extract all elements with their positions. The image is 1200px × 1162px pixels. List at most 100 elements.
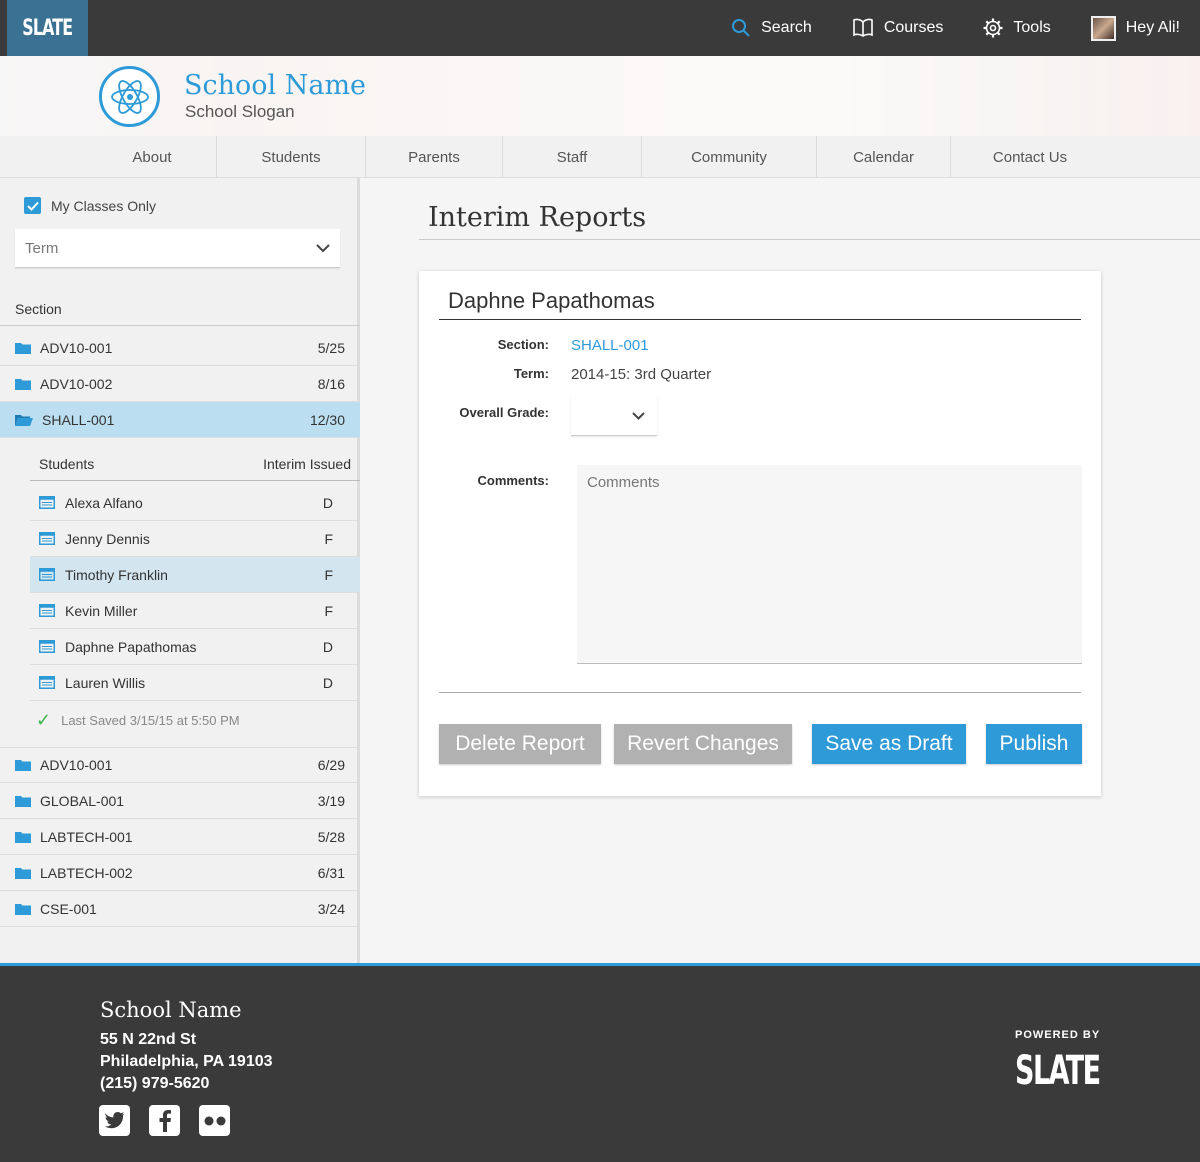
footer-school-name: School Name	[100, 998, 242, 1022]
term-placeholder: Term	[25, 239, 59, 257]
section-label: Section:	[497, 337, 549, 352]
sidebar: My Classes Only Term Section ADV10-001 5…	[0, 178, 360, 963]
student-row[interactable]: Daphne Papathomas D	[30, 629, 360, 665]
student-grade: F	[324, 602, 333, 619]
student-row[interactable]: Jenny Dennis F	[30, 521, 360, 557]
nav-item-calendar[interactable]: Calendar	[817, 136, 951, 178]
search-button[interactable]: Search	[731, 18, 812, 38]
student-grade: D	[322, 638, 333, 655]
slate-logo[interactable]: SLATE	[7, 0, 88, 56]
top-nav: Search Courses Tools Hey Ali!	[731, 0, 1200, 56]
section-name: ADV10-001	[40, 757, 113, 773]
student-grade: D	[322, 674, 333, 691]
last-saved-text: Last Saved 3/15/15 at 5:50 PM	[61, 713, 240, 728]
student-row[interactable]: Alexa Alfano D	[30, 485, 360, 521]
chevron-down-icon	[632, 411, 645, 420]
student-row-active[interactable]: Timothy Franklin F	[30, 557, 360, 593]
section-row[interactable]: ADV10-002 8/16	[0, 366, 360, 402]
folder-icon	[15, 903, 31, 915]
folder-icon	[15, 378, 31, 390]
school-banner: School Name School Slogan	[0, 56, 1200, 136]
section-name: LABTECH-001	[40, 828, 133, 845]
footer-address-line2: Philadelphia, PA 19103	[100, 1053, 273, 1070]
nav-item-students[interactable]: Students	[217, 136, 366, 178]
nav-item-contact-us[interactable]: Contact Us	[951, 136, 1109, 178]
section-name: CSE-001	[40, 900, 97, 917]
twitter-icon[interactable]	[99, 1105, 130, 1136]
section-count: 6/31	[317, 864, 345, 881]
comments-label: Comments:	[477, 473, 549, 488]
folder-icon	[15, 760, 31, 771]
checkmark-icon: ✓	[36, 710, 52, 730]
main-nav: About Students Parents Staff Community C…	[0, 136, 1200, 178]
search-icon	[732, 19, 750, 37]
term-label: Term:	[513, 366, 549, 381]
term-select[interactable]: Term	[15, 229, 340, 268]
slate-footer-logo[interactable]: SLATE	[1015, 1048, 1101, 1094]
student-name: Lauren Willis	[65, 674, 146, 691]
student-name: Daphne Papathomas	[65, 638, 197, 655]
footer-phone: (215) 979-5620	[100, 1075, 210, 1092]
tools-label: Tools	[1013, 19, 1051, 36]
nav-item-about[interactable]: About	[88, 136, 217, 178]
section-row[interactable]: LABTECH-002 6/31	[0, 855, 360, 891]
section-count: 8/16	[317, 375, 345, 392]
folder-icon	[15, 342, 31, 354]
student-row[interactable]: Kevin Miller F	[30, 593, 360, 629]
student-name: Jenny Dennis	[65, 530, 150, 547]
report-icon	[39, 640, 55, 653]
students-col-header: Students	[39, 456, 95, 472]
courses-label: Courses	[883, 19, 944, 36]
gear-icon	[983, 18, 1003, 38]
overall-grade-select[interactable]	[571, 396, 657, 436]
student-name: Timothy Franklin	[65, 566, 168, 583]
student-grade: F	[324, 566, 333, 583]
powered-by-label: POWERED BY	[1015, 1029, 1101, 1041]
delete-report-button[interactable]: Delete Report	[439, 724, 601, 764]
school-name[interactable]: School Name	[184, 70, 366, 101]
flickr-icon[interactable]	[199, 1105, 230, 1136]
report-icon	[39, 676, 55, 689]
nav-item-community[interactable]: Community	[642, 136, 817, 178]
report-card: Daphne Papathomas Section: SHALL-001 Ter…	[419, 271, 1101, 796]
nav-item-staff[interactable]: Staff	[503, 136, 642, 178]
comments-field[interactable]	[577, 465, 1082, 664]
section-name: ADV10-002	[40, 375, 113, 392]
checkbox-checked-icon[interactable]	[24, 197, 41, 214]
section-row-active[interactable]: SHALL-001 12/30	[0, 402, 360, 438]
section-count: 6/29	[317, 757, 345, 773]
user-menu[interactable]: Hey Ali!	[1090, 15, 1180, 41]
publish-button[interactable]: Publish	[986, 724, 1082, 764]
nav-item-parents[interactable]: Parents	[366, 136, 503, 178]
facebook-icon[interactable]	[149, 1105, 180, 1136]
footer-address-line1: 55 N 22nd St	[100, 1031, 197, 1048]
section-count: 5/25	[317, 339, 345, 356]
courses-button[interactable]: Courses	[852, 18, 944, 38]
chevron-down-icon	[316, 243, 330, 252]
section-row[interactable]: GLOBAL-001 3/19	[0, 783, 360, 819]
section-count: 5/28	[317, 828, 345, 845]
revert-changes-button[interactable]: Revert Changes	[614, 724, 792, 764]
atom-logo-icon[interactable]	[99, 66, 160, 127]
tools-button[interactable]: Tools	[983, 18, 1051, 38]
section-row[interactable]: ADV10-001 5/25	[0, 330, 360, 366]
report-icon	[39, 568, 55, 581]
save-draft-button[interactable]: Save as Draft	[812, 724, 966, 764]
section-row[interactable]: LABTECH-001 5/28	[0, 819, 360, 855]
section-name: LABTECH-002	[40, 864, 133, 881]
interim-col-header: Interim Issued	[263, 456, 351, 472]
folder-icon	[15, 795, 31, 807]
students-header: Students Interim Issued	[30, 456, 360, 480]
student-row[interactable]: Lauren Willis D	[30, 665, 360, 701]
overall-grade-label: Overall Grade:	[459, 405, 549, 420]
search-label: Search	[761, 19, 812, 36]
section-count: 3/24	[317, 900, 345, 917]
student-grade: D	[322, 494, 333, 511]
section-row[interactable]: ADV10-001 6/29	[0, 747, 360, 783]
section-link[interactable]: SHALL-001	[571, 337, 649, 354]
folder-open-icon	[15, 414, 33, 426]
my-classes-toggle[interactable]: My Classes Only	[24, 197, 156, 214]
section-count: 12/30	[309, 411, 345, 428]
section-row[interactable]: CSE-001 3/24	[0, 891, 360, 927]
report-icon	[39, 604, 55, 617]
